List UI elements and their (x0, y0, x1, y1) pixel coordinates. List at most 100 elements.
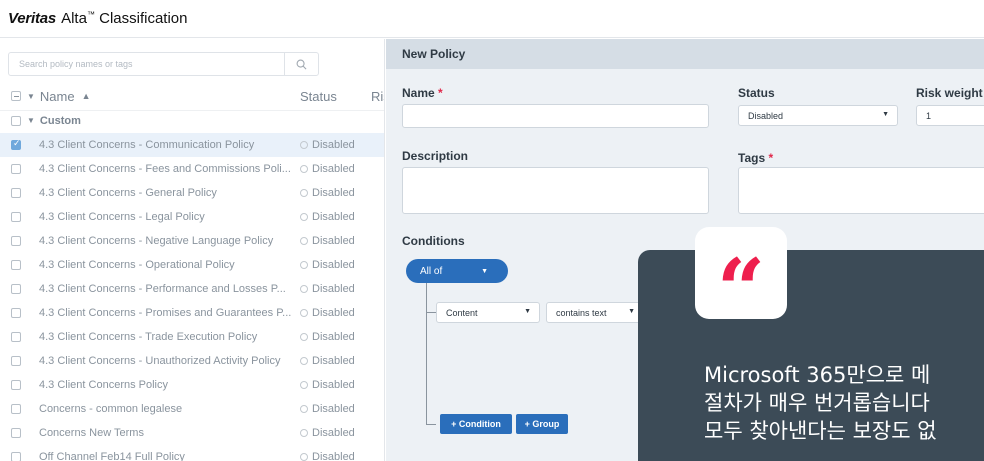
add-condition-button[interactable]: + Condition (440, 414, 512, 434)
table-row[interactable]: 4.3 Client Concerns - General Policy Disa… (0, 181, 384, 205)
search-icon[interactable] (284, 53, 318, 75)
status-badge: Disabled (300, 355, 355, 367)
condition-operator-select[interactable]: contains text ▼ (546, 302, 644, 323)
policy-name[interactable]: 4.3 Client Concerns - Legal Policy (39, 211, 294, 223)
tags-label: Tags * (738, 151, 773, 165)
policy-name[interactable]: 4.3 Client Concerns - Fees and Commissio… (39, 163, 294, 175)
row-checkbox[interactable] (11, 380, 21, 390)
row-checkbox[interactable] (11, 284, 21, 294)
required-mark: * (768, 151, 774, 165)
required-mark: * (438, 86, 443, 100)
condition-tree-branch (426, 312, 436, 313)
status-label: Status (738, 86, 775, 100)
row-checkbox[interactable] (11, 188, 21, 198)
table-row[interactable]: 4.3 Client Concerns - Trade Execution Po… (0, 325, 384, 349)
table-row[interactable]: Concerns New Terms Disabled (0, 421, 384, 445)
add-group-button[interactable]: + Group (516, 414, 568, 434)
description-textarea[interactable] (402, 167, 709, 214)
status-badge: Disabled (300, 235, 355, 247)
tags-input[interactable] (738, 167, 984, 214)
policy-name[interactable]: 4.3 Client Concerns - Trade Execution Po… (39, 331, 294, 343)
column-risk[interactable]: Ris (371, 89, 384, 104)
risk-weight-input[interactable]: 1 (916, 105, 984, 126)
testimonial-line: 절차가 매우 번거롭습니다 (704, 391, 930, 415)
all-of-select[interactable]: All of ▼ (406, 259, 508, 283)
description-label: Description (402, 149, 469, 163)
status-text: Disabled (312, 283, 355, 295)
testimonial-line: 모두 찾아낸다는 보장도 없 (704, 419, 937, 443)
policy-name[interactable]: 4.3 Client Concerns - Communication Poli… (39, 139, 294, 151)
status-dot-icon (300, 213, 308, 221)
table-row[interactable]: 4.3 Client Concerns - Fees and Commissio… (0, 157, 384, 181)
policy-name[interactable]: 4.3 Client Concerns - Unauthorized Activ… (39, 355, 294, 367)
table-row[interactable]: 4.3 Client Concerns - Communication Poli… (0, 133, 384, 157)
row-checkbox[interactable] (11, 428, 21, 438)
row-checkbox[interactable] (11, 138, 21, 150)
status-dot-icon (300, 309, 308, 317)
search-input[interactable] (9, 53, 284, 75)
group-checkbox[interactable] (11, 115, 21, 126)
row-checkbox[interactable] (11, 236, 21, 246)
quote-badge: “ (695, 227, 787, 332)
policy-name[interactable]: 4.3 Client Concerns - Performance and Lo… (39, 283, 294, 295)
caret-down-icon: ▼ (524, 308, 531, 315)
row-checkbox[interactable] (11, 260, 21, 270)
caret-down-icon[interactable]: ▼ (27, 116, 35, 125)
column-name[interactable]: Name (40, 89, 75, 104)
status-text: Disabled (312, 355, 355, 367)
table-row[interactable]: 4.3 Client Concerns - Legal Policy Disabl… (0, 205, 384, 229)
policy-name[interactable]: 4.3 Client Concerns - General Policy (39, 187, 294, 199)
all-of-label: All of (420, 265, 443, 277)
status-dot-icon (300, 453, 308, 461)
row-checkbox[interactable] (11, 452, 21, 461)
name-label: Name * (402, 86, 443, 100)
condition-tree-line (426, 283, 427, 424)
select-all-checkbox[interactable] (11, 91, 21, 101)
sort-asc-icon[interactable]: ▲ (82, 91, 91, 101)
row-checkbox[interactable] (11, 356, 21, 366)
condition-field-select[interactable]: Content ▼ (436, 302, 540, 323)
status-dot-icon (300, 357, 308, 365)
policy-list-panel: ▼ Name ▲ Status Ris ▼ Custom 4.3 Client … (0, 39, 385, 461)
table-row[interactable]: 4.3 Client Concerns - Unauthorized Activ… (0, 349, 384, 373)
search-box (8, 52, 319, 76)
risk-weight-label: Risk weight (916, 86, 983, 100)
status-dot-icon (300, 165, 308, 173)
policy-name[interactable]: Concerns - common legalese (39, 403, 294, 415)
table-row[interactable]: Concerns - common legalese Disabled (0, 397, 384, 421)
table-row[interactable]: 4.3 Client Concerns Policy Disabled (0, 373, 384, 397)
column-status[interactable]: Status (300, 89, 337, 104)
product-name: Alta™ Classification (61, 10, 187, 27)
table-row[interactable]: 4.3 Client Concerns - Promises and Guara… (0, 301, 384, 325)
caret-down-icon[interactable]: ▼ (27, 92, 35, 101)
table-row[interactable]: Off Channel Feb14 Full Policy Disabled (0, 445, 384, 461)
status-badge: Disabled (300, 307, 355, 319)
name-input[interactable] (402, 104, 709, 128)
row-checkbox[interactable] (11, 164, 21, 174)
status-text: Disabled (312, 307, 355, 319)
status-select[interactable]: Disabled ▼ (738, 105, 898, 126)
status-badge: Disabled (300, 451, 355, 461)
table-row[interactable]: 4.3 Client Concerns - Negative Language … (0, 229, 384, 253)
policy-name[interactable]: 4.3 Client Concerns - Operational Policy (39, 259, 294, 271)
policy-name[interactable]: Off Channel Feb14 Full Policy (39, 451, 294, 461)
status-badge: Disabled (300, 283, 355, 295)
group-row-custom[interactable]: ▼ Custom (0, 110, 384, 130)
status-text: Disabled (312, 427, 355, 439)
name-label-text: Name (402, 86, 435, 100)
status-badge: Disabled (300, 379, 355, 391)
policy-name[interactable]: 4.3 Client Concerns - Promises and Guara… (39, 307, 294, 319)
status-badge: Disabled (300, 259, 355, 271)
table-row[interactable]: 4.3 Client Concerns - Performance and Lo… (0, 277, 384, 301)
status-dot-icon (300, 333, 308, 341)
policy-name[interactable]: Concerns New Terms (39, 427, 294, 439)
row-checkbox[interactable] (11, 212, 21, 222)
caret-down-icon: ▼ (628, 308, 635, 315)
row-checkbox[interactable] (11, 308, 21, 318)
row-checkbox[interactable] (11, 404, 21, 414)
policy-name[interactable]: 4.3 Client Concerns Policy (39, 379, 294, 391)
policy-name[interactable]: 4.3 Client Concerns - Negative Language … (39, 235, 294, 247)
row-checkbox[interactable] (11, 332, 21, 342)
table-row[interactable]: 4.3 Client Concerns - Operational Policy… (0, 253, 384, 277)
status-badge: Disabled (300, 139, 355, 151)
